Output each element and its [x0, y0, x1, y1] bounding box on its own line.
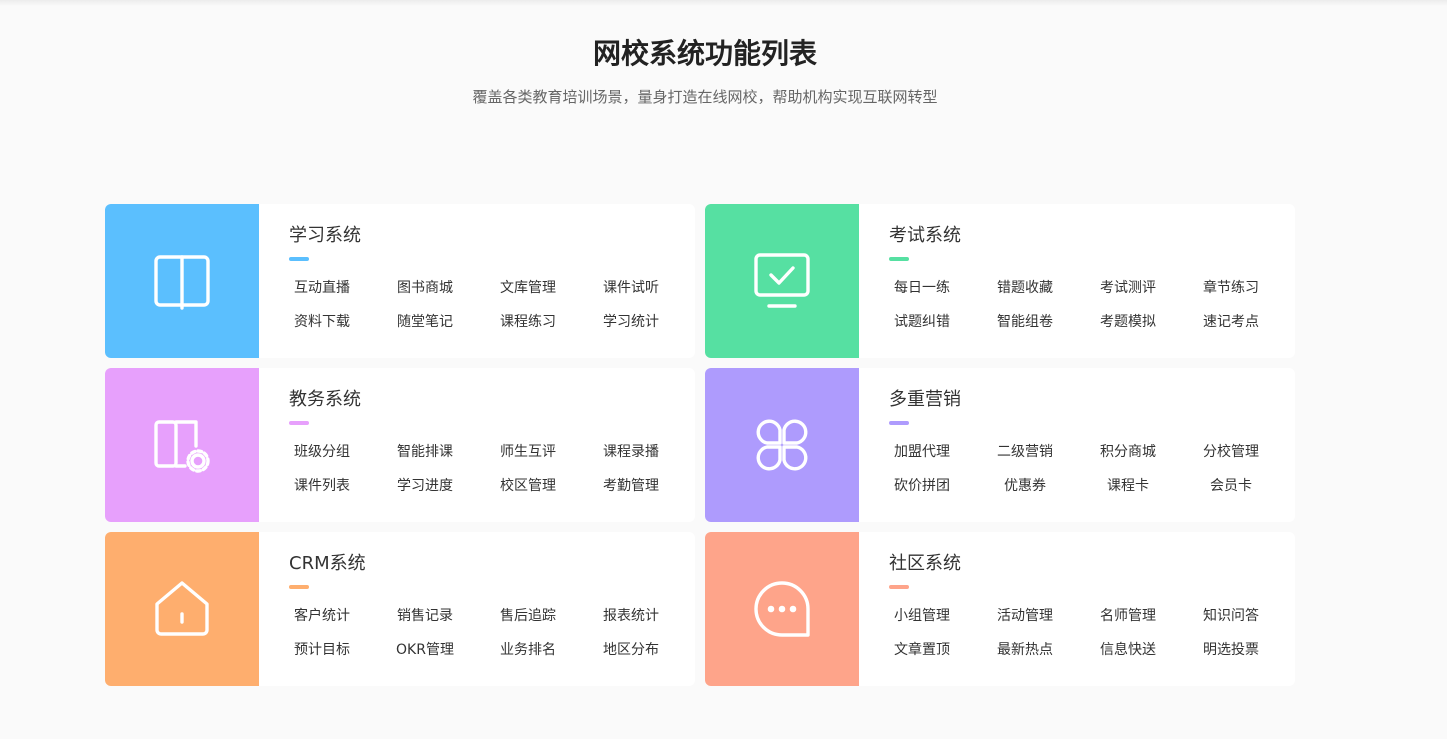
feature-item[interactable]: 试题纠错: [889, 312, 955, 332]
feature-item[interactable]: 名师管理: [1095, 606, 1161, 626]
feature-item[interactable]: 校区管理: [495, 476, 561, 496]
monitor-check-icon: [754, 253, 810, 308]
feature-item[interactable]: 小组管理: [889, 606, 955, 626]
feature-item[interactable]: 预计目标: [289, 640, 355, 660]
card-accent-bar: [289, 585, 309, 589]
feature-item[interactable]: 业务排名: [495, 640, 561, 660]
feature-item[interactable]: 课件列表: [289, 476, 355, 496]
feature-item[interactable]: 图书商城: [392, 278, 458, 298]
feature-item[interactable]: 错题收藏: [992, 278, 1058, 298]
card-accent-bar: [889, 421, 909, 425]
card-accent-bar: [289, 257, 309, 261]
feature-item[interactable]: 客户统计: [289, 606, 355, 626]
feature-item[interactable]: 考题模拟: [1095, 312, 1161, 332]
card-icon-box: [705, 368, 859, 522]
feature-item[interactable]: 分校管理: [1198, 442, 1264, 462]
card-accent-bar: [889, 257, 909, 261]
feature-item[interactable]: 活动管理: [992, 606, 1058, 626]
feature-item[interactable]: 销售记录: [392, 606, 458, 626]
door-gear-icon: [154, 420, 210, 473]
card-body: 多重营销 加盟代理 二级营销 积分商城 分校管理 砍价拼团 优惠券 课程卡 会员…: [859, 368, 1295, 522]
feature-item[interactable]: 明选投票: [1198, 640, 1264, 660]
feature-item[interactable]: 课程练习: [495, 312, 561, 332]
feature-list: 小组管理 活动管理 名师管理 知识问答 文章置顶 最新热点 信息快送 明选投票: [889, 606, 1295, 660]
card-title: 多重营销: [889, 389, 961, 410]
card-title: 教务系统: [289, 389, 361, 410]
card-icon-box: [705, 204, 859, 358]
feature-item[interactable]: 互动直播: [289, 278, 355, 298]
feature-item[interactable]: 资料下载: [289, 312, 355, 332]
home-icon: [155, 581, 209, 636]
card-title: 学习系统: [289, 225, 361, 246]
section-header: 网校系统功能列表 覆盖各类教育培训场景，量身打造在线网校，帮助机构实现互联网转型: [0, 34, 1410, 108]
chat-bubble-icon: [754, 581, 810, 637]
card-icon-box: [105, 368, 259, 522]
card-academic-system: 教务系统 班级分组 智能排课 师生互评 课程录播 课件列表 学习进度 校区管理 …: [105, 368, 695, 522]
feature-item[interactable]: 地区分布: [598, 640, 664, 660]
feature-item[interactable]: 文库管理: [495, 278, 561, 298]
feature-item[interactable]: 砍价拼团: [889, 476, 955, 496]
feature-item[interactable]: 学习进度: [392, 476, 458, 496]
feature-item[interactable]: 最新热点: [992, 640, 1058, 660]
feature-item[interactable]: 售后追踪: [495, 606, 561, 626]
feature-item[interactable]: 班级分组: [289, 442, 355, 462]
card-accent-bar: [289, 421, 309, 425]
feature-list: 班级分组 智能排课 师生互评 课程录播 课件列表 学习进度 校区管理 考勤管理: [289, 442, 695, 496]
feature-item[interactable]: 信息快送: [1095, 640, 1161, 660]
feature-list: 每日一练 错题收藏 考试测评 章节练习 试题纠错 智能组卷 考题模拟 速记考点: [889, 278, 1295, 332]
card-exam-system: 考试系统 每日一练 错题收藏 考试测评 章节练习 试题纠错 智能组卷 考题模拟 …: [705, 204, 1295, 358]
feature-item[interactable]: 智能排课: [392, 442, 458, 462]
card-title: 考试系统: [889, 225, 961, 246]
feature-item[interactable]: 课程卡: [1095, 476, 1161, 496]
card-crm-system: CRM系统 客户统计 销售记录 售后追踪 报表统计 预计目标 OKR管理 业务排…: [105, 532, 695, 686]
feature-item[interactable]: 积分商城: [1095, 442, 1161, 462]
clover-icon: [756, 419, 808, 471]
card-body: 学习系统 互动直播 图书商城 文库管理 课件试听 资料下载 随堂笔记 课程练习 …: [259, 204, 695, 358]
feature-item[interactable]: 二级营销: [992, 442, 1058, 462]
page-subtitle: 覆盖各类教育培训场景，量身打造在线网校，帮助机构实现互联网转型: [472, 88, 938, 106]
feature-item[interactable]: 随堂笔记: [392, 312, 458, 332]
feature-item[interactable]: 会员卡: [1198, 476, 1264, 496]
feature-list: 客户统计 销售记录 售后追踪 报表统计 预计目标 OKR管理 业务排名 地区分布: [289, 606, 695, 660]
card-body: 考试系统 每日一练 错题收藏 考试测评 章节练习 试题纠错 智能组卷 考题模拟 …: [859, 204, 1295, 358]
feature-item[interactable]: 师生互评: [495, 442, 561, 462]
feature-item[interactable]: 课程录播: [598, 442, 664, 462]
feature-grid: 学习系统 互动直播 图书商城 文库管理 课件试听 资料下载 随堂笔记 课程练习 …: [105, 204, 1295, 686]
feature-list: 互动直播 图书商城 文库管理 课件试听 资料下载 随堂笔记 课程练习 学习统计: [289, 278, 695, 332]
page-title: 网校系统功能列表: [592, 37, 817, 70]
feature-item[interactable]: 考试测评: [1095, 278, 1161, 298]
card-body: 教务系统 班级分组 智能排课 师生互评 课程录播 课件列表 学习进度 校区管理 …: [259, 368, 695, 522]
feature-item[interactable]: 学习统计: [598, 312, 664, 332]
card-icon-box: [705, 532, 859, 686]
feature-item[interactable]: 课件试听: [598, 278, 664, 298]
feature-item[interactable]: 每日一练: [889, 278, 955, 298]
feature-item[interactable]: 加盟代理: [889, 442, 955, 462]
book-icon: [154, 255, 210, 310]
card-body: 社区系统 小组管理 活动管理 名师管理 知识问答 文章置顶 最新热点 信息快送 …: [859, 532, 1295, 686]
card-icon-box: [105, 532, 259, 686]
feature-item[interactable]: 考勤管理: [598, 476, 664, 496]
feature-list: 加盟代理 二级营销 积分商城 分校管理 砍价拼团 优惠券 课程卡 会员卡: [889, 442, 1295, 496]
card-icon-box: [105, 204, 259, 358]
feature-item[interactable]: OKR管理: [392, 640, 458, 660]
feature-item[interactable]: 章节练习: [1198, 278, 1264, 298]
feature-item[interactable]: 文章置顶: [889, 640, 955, 660]
card-title: CRM系统: [289, 553, 366, 574]
card-community-system: 社区系统 小组管理 活动管理 名师管理 知识问答 文章置顶 最新热点 信息快送 …: [705, 532, 1295, 686]
card-learning-system: 学习系统 互动直播 图书商城 文库管理 课件试听 资料下载 随堂笔记 课程练习 …: [105, 204, 695, 358]
feature-item[interactable]: 速记考点: [1198, 312, 1264, 332]
card-title: 社区系统: [889, 553, 961, 574]
card-accent-bar: [889, 585, 909, 589]
feature-item[interactable]: 优惠券: [992, 476, 1058, 496]
card-body: CRM系统 客户统计 销售记录 售后追踪 报表统计 预计目标 OKR管理 业务排…: [259, 532, 695, 686]
card-marketing-system: 多重营销 加盟代理 二级营销 积分商城 分校管理 砍价拼团 优惠券 课程卡 会员…: [705, 368, 1295, 522]
feature-item[interactable]: 报表统计: [598, 606, 664, 626]
feature-item[interactable]: 知识问答: [1198, 606, 1264, 626]
top-shadow: [0, 0, 1447, 6]
feature-item[interactable]: 智能组卷: [992, 312, 1058, 332]
